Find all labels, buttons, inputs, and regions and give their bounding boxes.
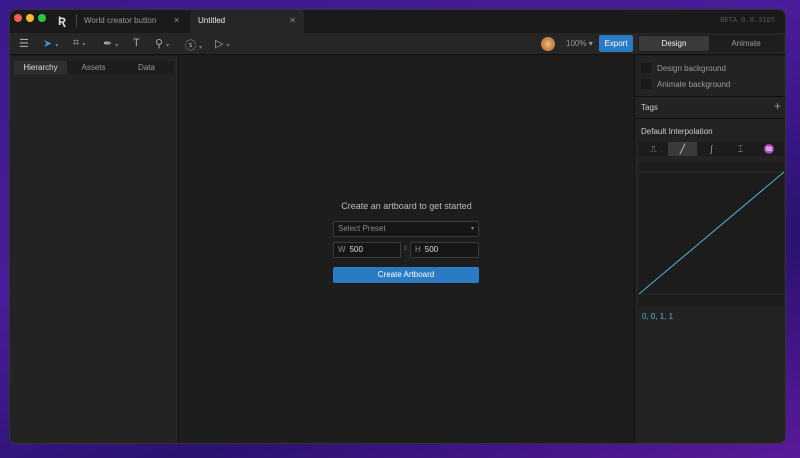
artboard-prompt: Create an artboard to get started xyxy=(341,201,472,211)
height-input[interactable]: H 500 xyxy=(410,242,479,258)
width-input[interactable]: W 500 xyxy=(333,242,401,258)
zoom-dropdown[interactable]: 100% ▾ xyxy=(566,39,593,48)
interpolation-curve xyxy=(639,171,784,295)
tab-world-creator-button[interactable]: World creator button ✕ xyxy=(76,10,188,33)
left-panel: Hierarchy Assets Data xyxy=(10,56,179,443)
lightning-tool-icon[interactable]: ⓢ ▾ xyxy=(185,37,202,53)
right-panel: Design background Animate background Tag… xyxy=(634,56,785,443)
menu-icon[interactable]: ☰ xyxy=(19,37,29,50)
tab-untitled[interactable]: Untitled ✕ xyxy=(190,10,304,33)
rive-logo-icon[interactable]: Ʀ xyxy=(58,14,66,28)
maximize-window-button[interactable] xyxy=(38,14,46,22)
create-artboard-button[interactable]: Create Artboard xyxy=(333,267,479,283)
artboard-tool-icon[interactable]: ⌗ ▾ xyxy=(73,37,85,50)
width-label: W xyxy=(338,245,346,254)
minimize-window-button[interactable] xyxy=(26,14,34,22)
close-icon[interactable]: ✕ xyxy=(289,10,296,32)
app-window: Ʀ World creator button ✕ Untitled ✕ BETA 0… xyxy=(9,9,786,444)
cubic-interpolation-icon[interactable]: ∫ xyxy=(697,142,726,156)
tab-data[interactable]: Data xyxy=(120,61,173,74)
animate-background-swatch[interactable] xyxy=(641,79,651,89)
avatar[interactable] xyxy=(541,37,555,51)
preset-select[interactable]: Select Preset ▾ xyxy=(333,221,479,237)
play-icon[interactable]: ▷ ▾ xyxy=(215,37,229,50)
pen-tool-icon[interactable]: ✒ ▾ xyxy=(103,37,118,50)
interpolation-options: ⎍ ╱ ∫ ⌶ ♒ xyxy=(639,142,784,156)
height-value: 500 xyxy=(424,245,439,254)
tags-label: Tags xyxy=(641,103,658,112)
design-mode-button[interactable]: Design xyxy=(639,36,709,51)
preset-placeholder: Select Preset xyxy=(338,224,386,233)
tab-assets[interactable]: Assets xyxy=(67,61,120,74)
animate-background-label: Animate background xyxy=(657,80,731,89)
interpolation-curve-graph[interactable] xyxy=(639,162,784,306)
close-icon[interactable]: ✕ xyxy=(173,10,180,32)
design-background-swatch[interactable] xyxy=(641,63,651,73)
add-tag-icon[interactable]: + xyxy=(774,99,781,113)
title-bar: Ʀ World creator button ✕ Untitled ✕ BETA 0… xyxy=(10,10,785,33)
linear-interpolation-icon[interactable]: ╱ xyxy=(668,142,697,156)
close-window-button[interactable] xyxy=(14,14,22,22)
width-value: 500 xyxy=(349,245,363,254)
canvas[interactable]: Create an artboard to get started Select… xyxy=(179,56,634,443)
animate-mode-button[interactable]: Animate xyxy=(711,36,781,51)
divider xyxy=(635,118,785,119)
left-panel-tabs: Hierarchy Assets Data xyxy=(14,61,174,74)
tab-hierarchy[interactable]: Hierarchy xyxy=(14,61,67,74)
link-dimensions-icon[interactable]: ⇕ xyxy=(403,245,408,252)
bone-tool-icon[interactable]: ⚲ ▾ xyxy=(155,37,169,50)
export-button[interactable]: Export xyxy=(599,35,633,52)
hold-interpolation-icon[interactable]: ⎍ xyxy=(639,142,668,156)
text-tool-icon[interactable]: T xyxy=(133,37,140,49)
zoom-value: 100% xyxy=(566,39,587,48)
divider xyxy=(635,96,785,97)
bounce-interpolation-icon[interactable]: ♒ xyxy=(755,142,784,156)
interpolation-values: 0, 0, 1, 1 xyxy=(642,312,674,321)
toolbar: ☰ ➤ ▾ ⌗ ▾ ✒ ▾ T ⚲ ▾ ⓢ ▾ ▷ ▾ 100% ▾ Export Desi… xyxy=(10,33,785,55)
mode-toggle: Design Animate xyxy=(638,35,784,52)
interpolation-title: Default Interpolation xyxy=(641,127,713,136)
tab-label: Untitled xyxy=(198,16,226,25)
elastic-interpolation-icon[interactable]: ⌶ xyxy=(726,142,755,156)
height-label: H xyxy=(415,245,421,254)
select-tool-icon[interactable]: ➤ ▾ xyxy=(43,37,58,50)
tab-label: World creator button xyxy=(84,16,157,25)
chevron-down-icon: ▾ xyxy=(470,226,474,232)
design-background-label: Design background xyxy=(657,64,726,73)
version-label: BETA 0.8.3105 xyxy=(720,16,775,24)
